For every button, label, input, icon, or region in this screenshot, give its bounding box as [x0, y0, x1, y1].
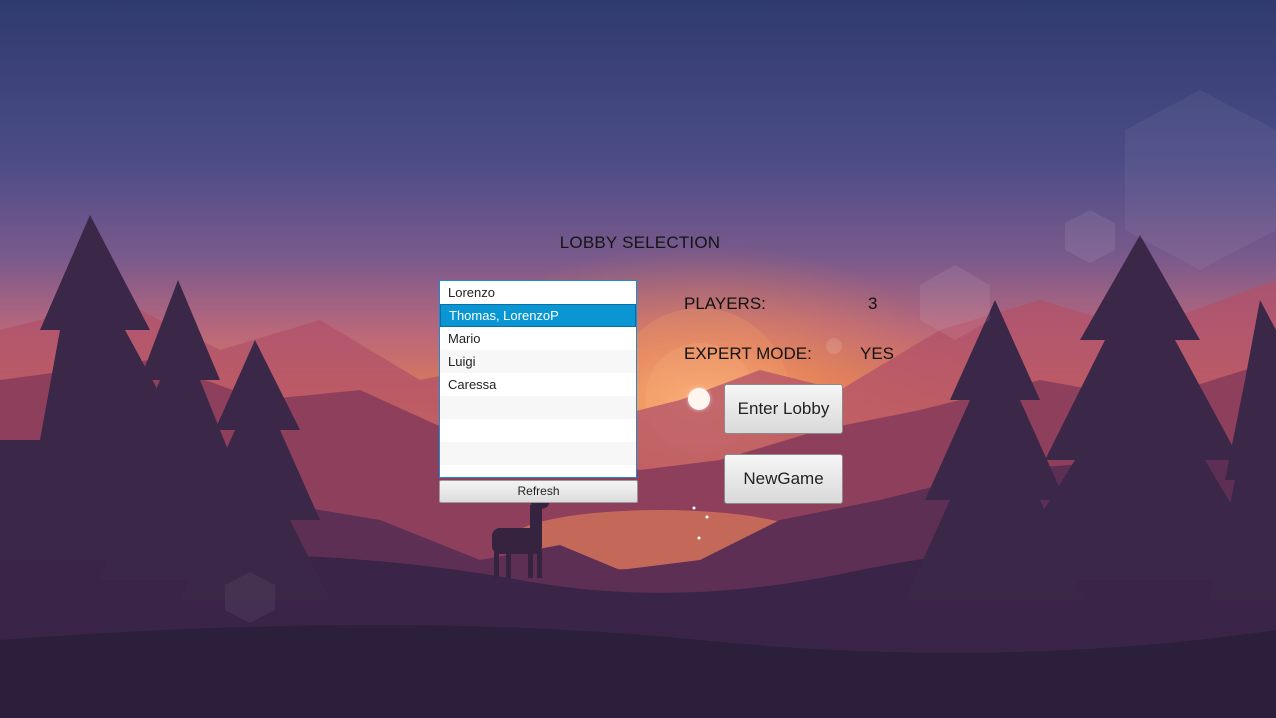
new-game-button[interactable]: NewGame — [724, 454, 843, 504]
lobby-list-item[interactable]: Lorenzo — [440, 281, 636, 304]
empty-list-row — [440, 442, 636, 465]
sunset-forest-background — [0, 0, 1276, 718]
lobby-list-item[interactable]: Caressa — [440, 373, 636, 396]
expert-mode-value: YES — [860, 344, 895, 363]
page-title: LOBBY SELECTION — [559, 233, 721, 252]
empty-list-row — [440, 465, 636, 477]
status-indicator-dot — [688, 388, 710, 410]
refresh-button[interactable]: Refresh — [439, 480, 638, 503]
empty-list-row — [440, 396, 636, 419]
lobby-list-item[interactable]: Luigi — [440, 350, 636, 373]
players-label: PLAYERS: — [684, 294, 766, 313]
lobby-list-item-selected[interactable]: Thomas, LorenzoP — [440, 304, 636, 327]
empty-list-row — [440, 419, 636, 442]
enter-lobby-button[interactable]: Enter Lobby — [724, 384, 843, 434]
players-value: 3 — [868, 294, 878, 313]
lobby-list[interactable]: Lorenzo Thomas, LorenzoP Mario Luigi Car… — [439, 280, 637, 478]
expert-mode-label: EXPERT MODE: — [684, 344, 812, 363]
lobby-list-item[interactable]: Mario — [440, 327, 636, 350]
